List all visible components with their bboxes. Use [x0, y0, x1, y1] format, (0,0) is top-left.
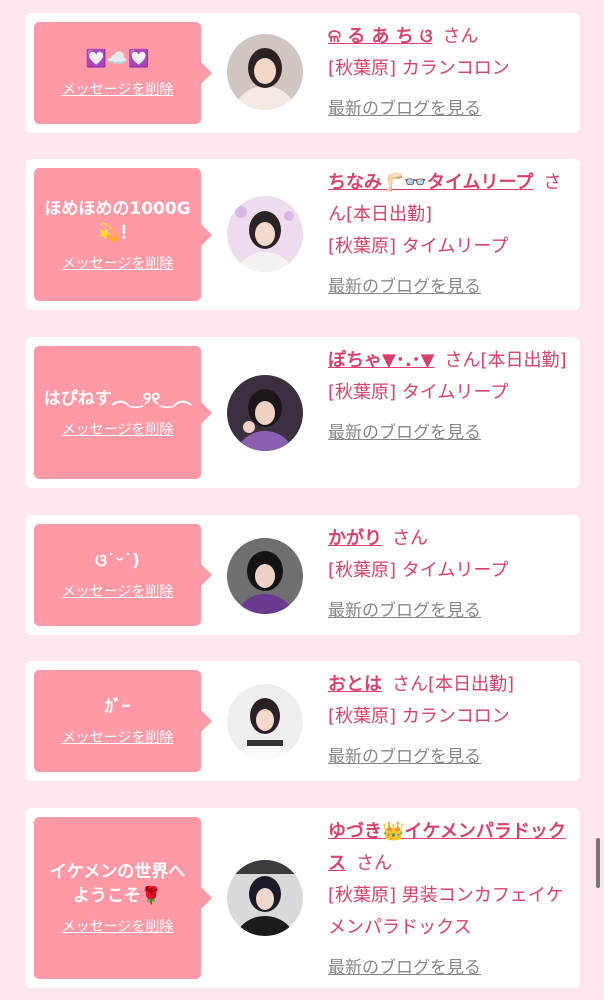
message-text: ଓ˙ᵕ˙) — [95, 551, 140, 571]
shop-name: [秋葉原] 男装コンカフェイケメンパラドックス — [328, 885, 564, 938]
cast-info: ゆづき👑イケメンパラドックス さん [秋葉原] 男装コンカフェイケメンパラドックス… — [328, 816, 572, 984]
message-text: ほめほめの1000G💫！ — [44, 198, 191, 243]
message-bubble: ほめほめの1000G💫！ メッセージを削除 — [34, 168, 212, 301]
cast-info: ぽちゃ▼･.･▼ さん[本日出勤] [秋葉原] タイムリープ 最新のブログを見る — [328, 345, 572, 449]
cast-info: ଳ る あ ち ଓ さん [秋葉原] カランコロン 最新のブログを見る — [328, 21, 572, 125]
message-text: ｶﾞｰ — [104, 697, 131, 717]
cast-card: 💟☁️💟 メッセージを削除 ଳ る あ ち ଓ さん [秋葉原] カランコロン 最… — [25, 13, 580, 133]
cast-info: おとは さん[本日出勤] [秋葉原] カランコロン 最新のブログを見る — [328, 669, 572, 773]
cast-suffix: さん[本日出勤] — [392, 674, 515, 695]
delete-message-link[interactable]: メッセージを削除 — [62, 79, 174, 99]
cast-avatar[interactable] — [227, 860, 303, 936]
cast-info: かがり さん [秋葉原] タイムリープ 最新のブログを見る — [328, 523, 572, 627]
message-bubble: はぴねす︵‿୨୧‿︵ メッセージを削除 — [34, 346, 212, 479]
cast-suffix: さん[本日出勤] — [444, 350, 567, 371]
cast-avatar[interactable] — [227, 34, 303, 110]
cast-card: はぴねす︵‿୨୧‿︵ メッセージを削除 ぽちゃ▼･.･▼ さん[本日出勤] [秋葉… — [25, 337, 580, 488]
cast-avatar[interactable] — [227, 375, 303, 451]
message-bubble: ଓ˙ᵕ˙) メッセージを削除 — [34, 524, 212, 626]
message-bubble: イケメンの世界へようこそ🌹 メッセージを削除 — [34, 817, 212, 979]
message-text: 💟☁️💟 — [85, 49, 150, 69]
cast-name-link[interactable]: ଳ る あ ち ଓ — [328, 26, 432, 47]
cast-avatar[interactable] — [227, 538, 303, 614]
shop-name: [秋葉原] タイムリープ — [328, 382, 509, 403]
cast-card: ｶﾞｰ メッセージを削除 おとは さん[本日出勤] [秋葉原] カランコロン 最新… — [25, 661, 580, 781]
cast-card: ほめほめの1000G💫！ メッセージを削除 ちなみ🦵🏻👓タイムリープ さん[本日出… — [25, 159, 580, 310]
latest-blog-link[interactable]: 最新のブログを見る — [328, 417, 481, 449]
cast-name-link[interactable]: かがり — [328, 528, 382, 549]
message-text: はぴねす︵‿୨୧‿︵ — [43, 388, 192, 409]
latest-blog-link[interactable]: 最新のブログを見る — [328, 952, 481, 984]
delete-message-link[interactable]: メッセージを削除 — [62, 419, 174, 439]
cast-card: イケメンの世界へようこそ🌹 メッセージを削除 ゆづき👑イケメンパラドックス さん … — [25, 808, 580, 988]
cast-card: ଓ˙ᵕ˙) メッセージを削除 かがり さん [秋葉原] タイムリープ 最新のブログ… — [25, 515, 580, 635]
delete-message-link[interactable]: メッセージを削除 — [62, 581, 174, 601]
message-bubble: 💟☁️💟 メッセージを削除 — [34, 22, 212, 124]
message-bubble: ｶﾞｰ メッセージを削除 — [34, 670, 212, 772]
latest-blog-link[interactable]: 最新のブログを見る — [328, 595, 481, 627]
shop-name: [秋葉原] カランコロン — [328, 58, 510, 79]
delete-message-link[interactable]: メッセージを削除 — [62, 727, 174, 747]
latest-blog-link[interactable]: 最新のブログを見る — [328, 271, 481, 303]
cast-suffix: さん — [356, 853, 392, 874]
cast-name-link[interactable]: ちなみ🦵🏻👓タイムリープ — [328, 172, 533, 193]
cast-avatar[interactable] — [227, 196, 303, 272]
shop-name: [秋葉原] カランコロン — [328, 706, 510, 727]
cast-name-link[interactable]: ぽちゃ▼･.･▼ — [328, 350, 435, 371]
cast-avatar[interactable] — [227, 684, 303, 760]
cast-suffix: さん — [442, 26, 479, 47]
shop-name: [秋葉原] タイムリープ — [328, 236, 509, 257]
cast-info: ちなみ🦵🏻👓タイムリープ さん[本日出勤] [秋葉原] タイムリープ 最新のブログ… — [328, 167, 572, 303]
scrollbar[interactable] — [596, 838, 600, 888]
cast-name-link[interactable]: おとは — [328, 674, 382, 695]
delete-message-link[interactable]: メッセージを削除 — [62, 253, 174, 273]
message-text: イケメンの世界へようこそ🌹 — [49, 862, 186, 906]
latest-blog-link[interactable]: 最新のブログを見る — [328, 93, 481, 125]
delete-message-link[interactable]: メッセージを削除 — [62, 916, 174, 936]
shop-name: [秋葉原] タイムリープ — [328, 560, 509, 581]
latest-blog-link[interactable]: 最新のブログを見る — [328, 741, 481, 773]
cast-suffix: さん — [392, 528, 428, 549]
